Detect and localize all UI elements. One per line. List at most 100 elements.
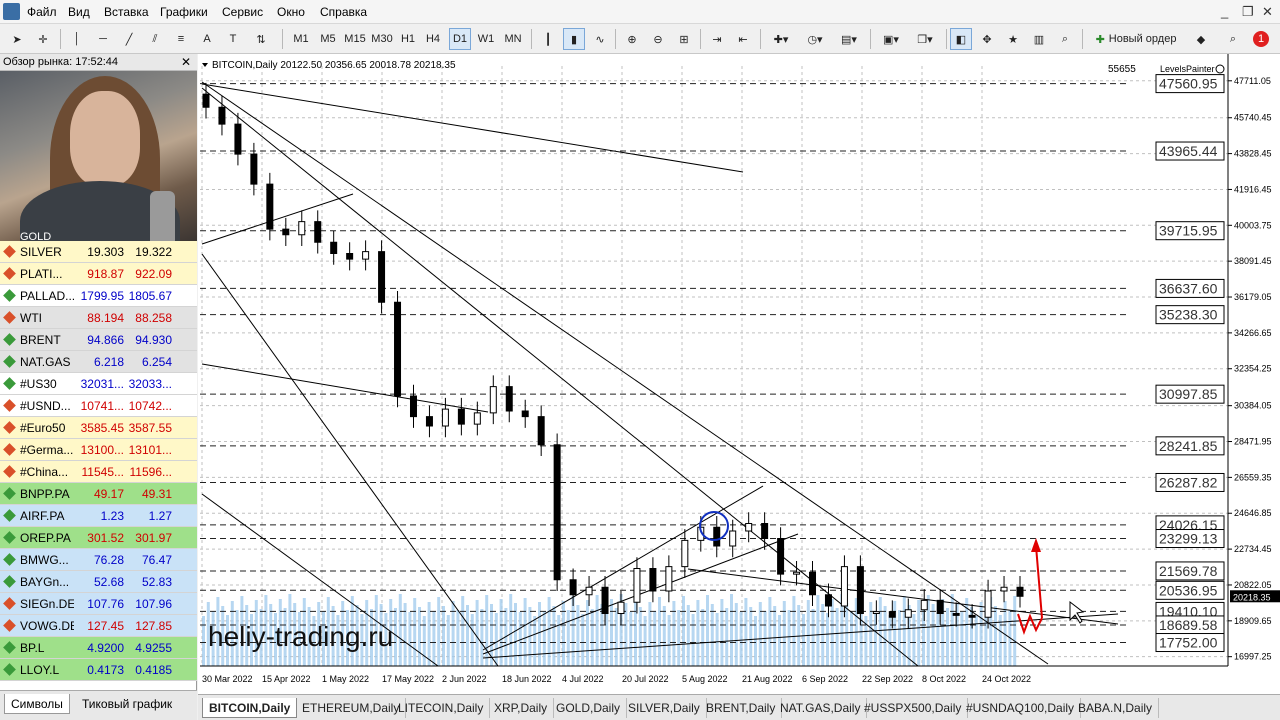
tf-h1[interactable]: H1 (397, 28, 419, 50)
chart-tab[interactable]: BITCOIN,Daily (202, 698, 298, 718)
symbol-row[interactable]: BMWG... 76.28 76.47 (0, 549, 197, 571)
symbol-row[interactable]: AIRF.PA 1.23 1.27 (0, 505, 197, 527)
menu-tools[interactable]: Сервис (222, 5, 263, 19)
restore-icon[interactable]: ❐ (1242, 4, 1254, 20)
notification-icon[interactable]: 1 (1250, 28, 1272, 50)
symbol-row[interactable]: BRENT 94.866 94.930 (0, 329, 197, 351)
windows-icon[interactable]: ❐▾ (910, 28, 940, 50)
price-tick-label: 18909.65 (1234, 616, 1272, 626)
line-chart-icon[interactable]: ∿ (589, 28, 611, 50)
close-panel-icon[interactable]: ✕ (181, 55, 191, 69)
crosshair-icon[interactable]: ✛ (32, 28, 54, 50)
chart-tab[interactable]: GOLD,Daily (550, 698, 628, 718)
minimize-icon[interactable]: _ (1221, 4, 1228, 19)
chart-svg[interactable]: 47711.05 45740.45 43828.45 41916.45 40003.75… (198, 54, 1280, 694)
trendline-icon[interactable]: ╱ (118, 28, 140, 50)
chart-tab[interactable]: #USSPX500,Daily (858, 698, 969, 718)
chart-tab[interactable]: XRP,Daily (488, 698, 555, 718)
text-icon[interactable]: A (196, 28, 218, 50)
menu-view[interactable]: Вид (68, 5, 90, 19)
profiles-icon[interactable]: ▣▾ (876, 28, 906, 50)
horizontal-line-icon[interactable]: ─ (92, 28, 114, 50)
symbol-row[interactable]: #Euro50 3585.45 3587.55 (0, 417, 197, 439)
symbol-row[interactable]: #USND... 10741... 10742... (0, 395, 197, 417)
menu-help[interactable]: Справка (320, 5, 367, 19)
crosshair-tool-icon[interactable]: ✥ (976, 28, 998, 50)
vertical-line-icon[interactable]: │ (66, 28, 88, 50)
channel-icon[interactable]: ⫽ (144, 28, 166, 50)
volume-bar (696, 600, 700, 666)
menu-charts[interactable]: Графики (160, 5, 208, 19)
tf-h4[interactable]: H4 (422, 28, 444, 50)
volume-bar (456, 610, 460, 666)
tf-mn[interactable]: MN (501, 28, 525, 50)
tf-d1[interactable]: D1 (449, 28, 471, 50)
close-icon[interactable]: ✕ (1262, 4, 1273, 20)
menu-file[interactable]: Файл (27, 5, 57, 19)
zoom-in-icon[interactable]: ⊕ (621, 28, 643, 50)
symbol-row[interactable]: PLATI... 918.87 922.09 (0, 263, 197, 285)
symbol-row[interactable]: PALLAD... 1799.95 1805.67 (0, 285, 197, 307)
symbol-row[interactable]: WTI 88.194 88.258 (0, 307, 197, 329)
symbol-ask: 19.322 (135, 245, 172, 259)
data-window-icon[interactable]: ▥ (1028, 28, 1050, 50)
menu-window[interactable]: Окно (277, 5, 305, 19)
symbol-row[interactable]: BAYGn... 52.68 52.83 (0, 571, 197, 593)
symbol-bid: 32031... (80, 377, 124, 391)
symbol-row[interactable]: NAT.GAS 6.218 6.254 (0, 351, 197, 373)
volume-bar (576, 605, 580, 666)
autotrading-icon[interactable]: ◆ (1190, 28, 1212, 50)
volume-bar (984, 611, 988, 666)
symbol-row[interactable]: OREP.PA 301.52 301.97 (0, 527, 197, 549)
navigator-icon[interactable]: ◧ (950, 28, 972, 50)
tf-w1[interactable]: W1 (475, 28, 497, 50)
chart-tab[interactable]: SILVER,Daily (622, 698, 707, 718)
bar-chart-icon[interactable]: ┃ (537, 28, 559, 50)
indicators-icon[interactable]: ✚▾ (766, 28, 796, 50)
symbol-row[interactable]: #China... 11545... 11596... (0, 461, 197, 483)
text-label-icon[interactable]: T (222, 28, 244, 50)
strategy-tester-icon[interactable]: ⌕ (1054, 28, 1076, 50)
arrows-icon[interactable]: ⇅ (250, 28, 272, 50)
chart-tab[interactable]: NAT.GAS,Daily (774, 698, 868, 718)
chart-tab[interactable]: ETHEREUM,Daily (296, 698, 407, 718)
symbol-ask: 10742... (128, 399, 172, 413)
favorites-icon[interactable]: ★ (1002, 28, 1024, 50)
symbol-row[interactable]: SIEGn.DE 107.76 107.96 (0, 593, 197, 615)
chart-shift-icon[interactable]: ⇤ (732, 28, 754, 50)
menu-insert[interactable]: Вставка (104, 5, 149, 19)
symbol-row[interactable]: BP.L 4.9200 4.9255 (0, 637, 197, 659)
candlestick-icon[interactable]: ▮ (563, 28, 585, 50)
candle-body (777, 538, 785, 575)
templates-icon[interactable]: ▤▾ (834, 28, 864, 50)
autoscroll-icon[interactable]: ⇥ (706, 28, 728, 50)
candle-body (809, 571, 817, 596)
chart-tab[interactable]: #USNDAQ100,Daily (960, 698, 1082, 718)
periods-icon[interactable]: ◷▾ (800, 28, 830, 50)
tab-tick-chart[interactable]: Тиковый график (76, 694, 178, 714)
symbol-row[interactable]: #US30 32031... 32033... (0, 373, 197, 395)
fibonacci-icon[interactable]: ≡ (170, 28, 192, 50)
chart-window[interactable]: 47711.05 45740.45 43828.45 41916.45 40003.75… (198, 54, 1280, 694)
new-order-button[interactable]: ✚ Новый ордер (1088, 28, 1184, 50)
symbol-row[interactable]: BNPP.PA 49.17 49.31 (0, 483, 197, 505)
tile-windows-icon[interactable]: ⊞ (673, 28, 695, 50)
search-icon[interactable]: ⌕ (1222, 28, 1244, 50)
symbol-row[interactable]: SILVER 19.303 19.322 (0, 241, 197, 263)
tf-m1[interactable]: M1 (290, 28, 312, 50)
cursor-icon[interactable]: ➤ (6, 28, 28, 50)
volume-bar (686, 605, 690, 666)
tf-m30[interactable]: M30 (369, 28, 395, 50)
tf-m15[interactable]: M15 (342, 28, 368, 50)
tf-m5[interactable]: M5 (316, 28, 340, 50)
chart-tab[interactable]: BRENT,Daily (700, 698, 783, 718)
symbol-row[interactable]: VOWG.DE 127.45 127.85 (0, 615, 197, 637)
volume-bar (734, 603, 738, 666)
symbol-row[interactable]: #Germa... 13100... 13101... (0, 439, 197, 461)
chart-tab[interactable]: LITECOIN,Daily (392, 698, 491, 718)
zoom-out-icon[interactable]: ⊖ (647, 28, 669, 50)
tab-symbols[interactable]: Символы (4, 694, 70, 714)
symbol-row[interactable]: LLOY.L 0.4173 0.4185 (0, 659, 197, 681)
chart-tab[interactable]: BABA.N,Daily (1072, 698, 1160, 718)
volume-bar (725, 608, 729, 666)
